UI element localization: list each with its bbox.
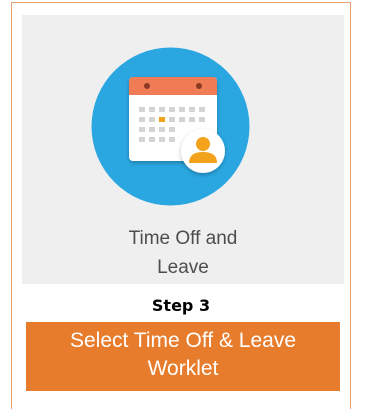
calendar-person-icon	[91, 47, 250, 206]
banner-line1: Select Time Off & Leave	[69, 329, 297, 352]
instruction-banner: Select Time Off & Leave Worklet	[26, 322, 340, 391]
step-label: Step 3	[151, 296, 211, 315]
banner-line2: Worklet	[147, 357, 219, 380]
time-off-leave-tile[interactable]: Time Off and Leave	[22, 15, 344, 284]
tile-label-line2: Leave	[157, 257, 209, 278]
tile-label-line1: Time Off and	[128, 228, 238, 249]
